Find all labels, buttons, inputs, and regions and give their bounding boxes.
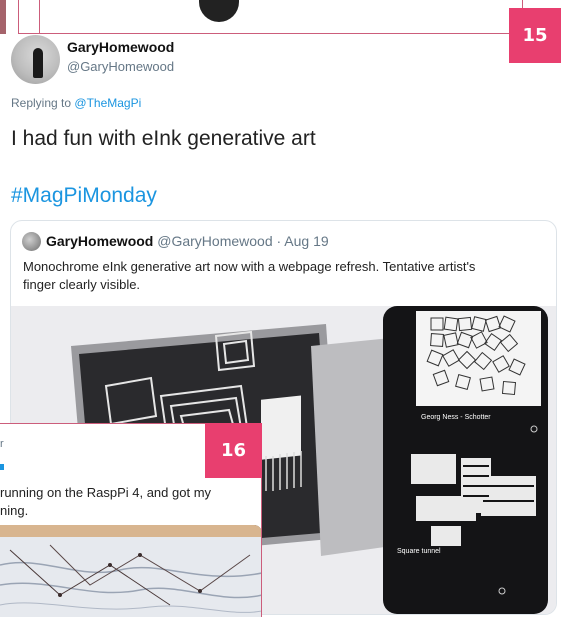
avatar[interactable] bbox=[11, 35, 60, 84]
frame-divider bbox=[39, 0, 40, 33]
quoted-text: Monochrome eInk generative art now with … bbox=[23, 258, 543, 294]
user-handle[interactable]: @GaryHomewood bbox=[67, 59, 174, 74]
previous-photo-fragment bbox=[199, 0, 239, 22]
quoted-display-name: GaryHomewood bbox=[46, 233, 154, 249]
phone-caption-bottom: Square tunnel bbox=[397, 548, 441, 555]
phone-caption-top: Georg Ness - Schotter bbox=[421, 414, 491, 421]
laptop-screen-illustration bbox=[0, 525, 261, 617]
quoted-header: GaryHomewood @GaryHomewood · Aug 19 bbox=[46, 233, 329, 249]
previous-card-frame bbox=[18, 0, 523, 34]
tweet-text: I had fun with eInk generative art bbox=[11, 127, 316, 150]
number-badge-16: 16 bbox=[205, 423, 262, 478]
previous-card-fragment bbox=[0, 0, 530, 36]
next-tweet-line: ning. bbox=[0, 503, 29, 518]
previous-photo-strip bbox=[0, 0, 6, 34]
replying-to-link[interactable]: @TheMagPi bbox=[74, 96, 141, 110]
replying-to: Replying to @TheMagPi bbox=[11, 96, 141, 110]
replying-prefix: Replying to bbox=[11, 96, 72, 110]
quoted-text-line: Monochrome eInk generative art now with … bbox=[23, 259, 476, 274]
quoted-meta: @GaryHomewood · Aug 19 bbox=[157, 233, 329, 249]
hashtag-link[interactable]: #MagPiMonday bbox=[11, 184, 157, 208]
next-tweet-photo[interactable] bbox=[0, 525, 261, 617]
quoted-avatar bbox=[22, 232, 41, 251]
number-badge-15: 15 bbox=[509, 8, 561, 63]
partial-link-fragment bbox=[0, 464, 4, 470]
avatar-figure bbox=[33, 48, 43, 78]
partial-label: r bbox=[0, 438, 4, 450]
quoted-text-line: finger clearly visible. bbox=[23, 277, 141, 292]
display-name[interactable]: GaryHomewood bbox=[67, 39, 174, 55]
next-tweet-line: running on the RaspPi 4, and got my bbox=[0, 485, 212, 500]
next-tweet-text: running on the RaspPi 4, and got my ning… bbox=[0, 484, 261, 520]
